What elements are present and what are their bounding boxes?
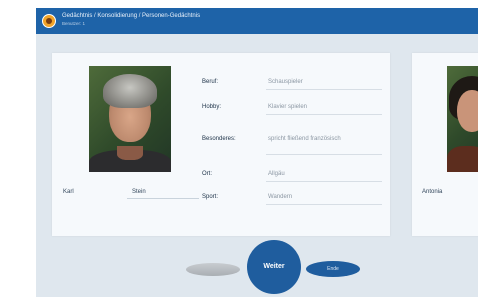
first-name: Antonia xyxy=(422,189,443,195)
name-underline xyxy=(127,198,199,199)
title-bar: Gedächtnis / Konsolidierung / Personen-G… xyxy=(36,8,478,34)
back-button[interactable] xyxy=(186,263,240,276)
field-value-besonderes[interactable]: spricht fließend französisch xyxy=(268,136,341,143)
field-label-hobby: Hobby: xyxy=(202,104,222,110)
last-name: Stein xyxy=(132,189,146,195)
breadcrumb: Gedächtnis / Konsolidierung / Personen-G… xyxy=(62,13,201,19)
weiter-button[interactable]: Weiter xyxy=(247,240,301,294)
first-name: Karl xyxy=(63,189,74,195)
next-person-card: Antonia xyxy=(412,53,478,236)
field-label-besonderes: Besonderes: xyxy=(202,136,236,142)
field-divider xyxy=(266,114,382,115)
field-label-sport: Sport: xyxy=(202,194,219,200)
ende-button[interactable]: Ende xyxy=(306,261,360,277)
app-logo-icon xyxy=(42,14,56,28)
field-divider xyxy=(266,181,382,182)
field-divider xyxy=(266,204,382,205)
user-subtitle: Benutzer: 1 xyxy=(62,21,86,26)
person-photo xyxy=(447,66,478,172)
field-label-beruf: Beruf: xyxy=(202,79,219,85)
person-card: Karl Stein Beruf: Schauspieler Hobby: Kl… xyxy=(52,53,390,236)
field-value-hobby[interactable]: Klavier spielen xyxy=(268,104,307,111)
field-divider xyxy=(266,154,382,155)
field-value-sport[interactable]: Wandern xyxy=(268,194,292,201)
person-photo xyxy=(89,66,171,172)
field-value-ort[interactable]: Allgäu xyxy=(268,171,285,178)
field-divider xyxy=(266,89,382,90)
field-label-ort: Ort: xyxy=(202,171,212,177)
field-value-beruf[interactable]: Schauspieler xyxy=(268,79,303,86)
app-window: Gedächtnis / Konsolidierung / Personen-G… xyxy=(36,8,478,297)
